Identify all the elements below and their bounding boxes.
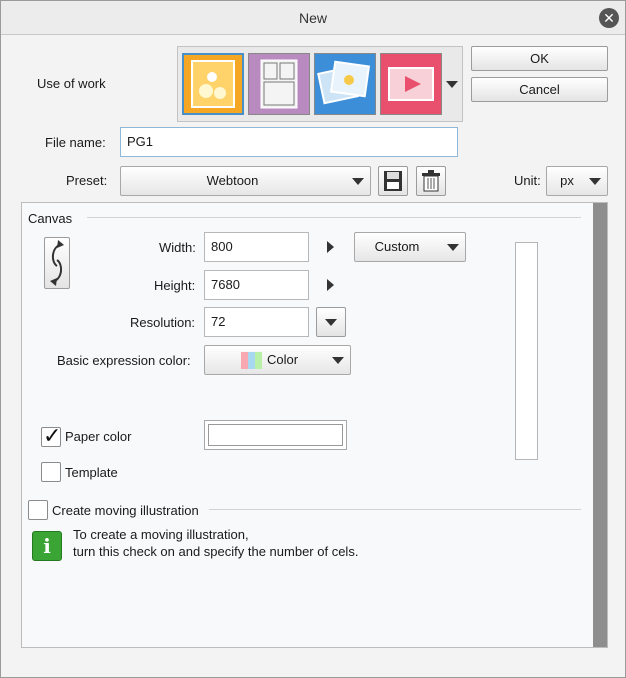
expression-color-label: Basic expression color: <box>57 353 191 368</box>
paper-color-swatch[interactable] <box>204 420 347 450</box>
expression-color-dropdown[interactable]: Color <box>204 345 351 375</box>
resolution-input[interactable]: 72 <box>204 307 309 337</box>
width-label: Width: <box>159 240 196 255</box>
chevron-down-icon <box>352 178 364 185</box>
expression-color-value: Color <box>267 352 299 367</box>
template-label: Template <box>65 465 118 480</box>
file-name-label: File name: <box>45 135 106 150</box>
color-swatch-red <box>241 352 248 369</box>
scrollbar[interactable] <box>593 203 607 647</box>
chevron-down-icon <box>332 357 344 364</box>
preset-dropdown[interactable]: Webtoon <box>120 166 371 196</box>
chevron-down-icon <box>589 178 601 185</box>
use-of-work-dropdown-icon[interactable] <box>446 81 458 88</box>
paper-color-checkbox[interactable]: ✓ <box>41 423 61 448</box>
moving-illustration-checkbox[interactable] <box>28 500 48 520</box>
resolution-label: Resolution: <box>130 315 196 330</box>
illustration-icon[interactable] <box>182 53 244 115</box>
unit-value: px <box>560 173 574 188</box>
preset-label: Preset: <box>66 173 108 188</box>
paper-color-label: Paper color <box>65 429 132 444</box>
info-text-line2: turn this check on and specify the numbe… <box>73 544 359 559</box>
canvas-section-label: Canvas <box>28 211 73 226</box>
close-icon[interactable]: ✕ <box>599 8 619 28</box>
delete-preset-button[interactable] <box>416 166 446 196</box>
moving-divider <box>209 509 581 510</box>
use-of-work-label: Use of work <box>37 76 106 91</box>
color-swatch-green <box>255 352 262 369</box>
save-preset-button[interactable] <box>378 166 408 196</box>
trash-icon <box>422 170 440 192</box>
width-input[interactable]: 800 <box>204 232 309 262</box>
unit-dropdown[interactable]: px <box>546 166 608 196</box>
new-dialog: New ✕ Use of work OK Cancel File name: P… <box>0 0 626 678</box>
arrow-right-icon <box>327 241 334 253</box>
moving-illustration-label: Create moving illustration <box>52 503 199 518</box>
animation-icon[interactable] <box>380 53 442 115</box>
checkmark-icon: ✓ <box>43 423 62 448</box>
swap-orientation-button[interactable] <box>44 237 70 289</box>
preset-value: Webtoon <box>206 173 259 188</box>
unit-label: Unit: <box>514 173 541 188</box>
height-input[interactable]: 7680 <box>204 270 309 300</box>
comic-icon[interactable] <box>248 53 310 115</box>
template-checkbox[interactable] <box>41 462 61 482</box>
chevron-down-icon <box>447 244 459 251</box>
rotate-arrows-icon <box>50 240 64 286</box>
chevron-down-icon <box>325 319 337 326</box>
save-icon <box>384 171 402 191</box>
arrow-right-icon <box>327 279 334 291</box>
paper-color-value <box>208 424 343 446</box>
use-of-work-selector <box>177 46 463 122</box>
size-preset-value: Custom <box>374 239 420 254</box>
dialog-title: New <box>298 10 327 26</box>
cancel-button[interactable]: Cancel <box>471 77 608 102</box>
file-name-input[interactable]: PG1 <box>120 127 458 157</box>
title-bar: New ✕ <box>1 1 625 35</box>
info-text-line1: To create a moving illustration, <box>73 527 249 542</box>
info-icon: i <box>32 531 62 561</box>
canvas-divider <box>87 217 581 218</box>
size-preset-dropdown[interactable]: Custom <box>354 232 466 262</box>
height-label: Height: <box>154 278 196 293</box>
show-all-paintings-icon[interactable] <box>314 53 376 115</box>
resolution-dropdown-button[interactable] <box>316 307 346 337</box>
canvas-preview <box>515 242 538 460</box>
ok-button[interactable]: OK <box>471 46 608 71</box>
color-swatch-blue <box>248 352 255 369</box>
